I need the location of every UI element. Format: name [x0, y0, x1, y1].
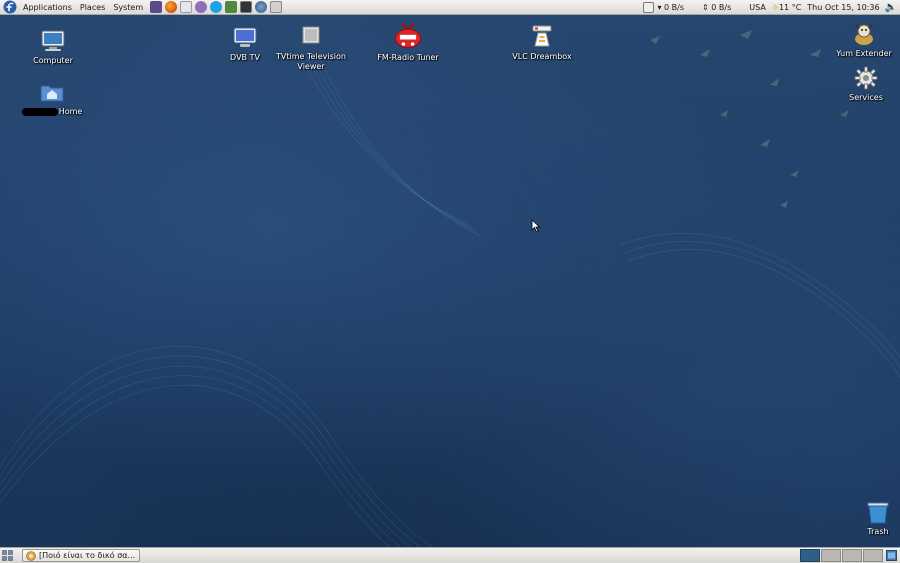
radio-icon [394, 22, 422, 49]
workspace-1[interactable] [800, 549, 820, 562]
launcher-app-4-icon[interactable] [194, 1, 207, 13]
desktop-icon-fm-radio[interactable]: FM-Radio Tuner [368, 21, 448, 63]
launcher-app-8-icon[interactable] [254, 1, 267, 13]
desktop-icon-yum-extender[interactable]: Yum Extender [824, 21, 900, 59]
desktop-icon-label: VLC Dreambox [512, 52, 572, 61]
workspace-switcher [800, 549, 884, 562]
tv-monitor-icon [233, 27, 257, 47]
launcher-app-6-icon[interactable] [224, 1, 237, 13]
desktop-icon-label: TVtime Television Viewer [276, 52, 346, 71]
panel-trash-icon[interactable] [886, 550, 897, 561]
yum-extender-icon [855, 24, 873, 45]
home-folder-icon [40, 85, 64, 102]
taskbar-window-title: [Ποιό είναι το δικό σα... [39, 551, 136, 560]
desktop-icon-computer[interactable]: Computer [13, 28, 93, 66]
workspace-2[interactable] [821, 549, 841, 562]
desktop-icon-home[interactable]: Home [12, 79, 92, 117]
weather-applet[interactable]: ☼11 °C [769, 3, 804, 12]
bottom-panel: [Ποιό είναι το δικό σα... [0, 547, 900, 563]
home-label-text: Home [58, 107, 83, 116]
weather-temp: 11 °C [778, 3, 802, 12]
desktop-icon-vlc-dreambox[interactable]: VLC Dreambox [502, 24, 582, 62]
workspace-4[interactable] [863, 549, 883, 562]
menu-places[interactable]: Places [76, 0, 109, 15]
keyboard-layout[interactable]: USA [746, 3, 769, 12]
weather-sun-icon: ☼ [771, 3, 779, 12]
net-speed-2: ⇕ 0 B/s [702, 3, 732, 12]
fedora-logo-icon[interactable] [3, 0, 17, 14]
network-monitor-icon[interactable] [643, 2, 655, 13]
system-tray: ▾ 0 B/s ⇕ 0 B/s USA ☼11 °C Thu Oct 15, 1… [641, 0, 900, 15]
desktop-icon-label: DVB TV [230, 53, 260, 62]
redacted-username [21, 107, 58, 116]
launcher-terminal-icon[interactable] [239, 1, 252, 13]
net-speed-2-value: 0 B/s [711, 3, 732, 12]
window-app-icon [26, 550, 36, 561]
trash-icon [867, 502, 889, 524]
net-speed-1: ▾ 0 B/s [657, 3, 684, 12]
launcher-app-9-icon[interactable] [269, 1, 282, 13]
gear-icon [854, 66, 878, 90]
mouse-cursor-icon [531, 219, 541, 233]
desktop-icon-label: Computer [33, 56, 73, 65]
tvtime-icon [302, 26, 320, 44]
top-panel: Applications Places System ▾ 0 B/s ⇕ 0 B… [0, 0, 900, 15]
launcher-skype-icon[interactable] [209, 1, 222, 13]
computer-icon [41, 30, 65, 51]
workspace-3[interactable] [842, 549, 862, 562]
desktop-icon-label: Yum Extender [836, 49, 892, 58]
menu-applications[interactable]: Applications [19, 0, 76, 15]
launcher-app-1-icon[interactable] [149, 1, 162, 13]
show-desktop-icon[interactable] [2, 550, 13, 561]
clock[interactable]: Thu Oct 15, 10:36 [804, 3, 882, 12]
desktop-icon-label: FM-Radio Tuner [377, 53, 439, 62]
net-speed-1-value: 0 B/s [664, 3, 684, 12]
desktop-icon-label: Services [849, 93, 883, 102]
launcher-app-3-icon[interactable] [179, 1, 192, 13]
desktop[interactable]: Computer Home DVB TV TVtime Television V… [0, 15, 900, 547]
desktop-icon-label: Home [21, 107, 83, 117]
desktop-icon-trash[interactable]: Trash [838, 499, 900, 537]
vlc-dreambox-icon [532, 25, 552, 47]
desktop-icon-tvtime[interactable]: TVtime Television Viewer [271, 24, 351, 72]
desktop-icon-services[interactable]: Services [826, 65, 900, 103]
menu-system[interactable]: System [109, 0, 147, 15]
wallpaper-waves [0, 30, 900, 547]
taskbar-window-button[interactable]: [Ποιό είναι το δικό σα... [22, 549, 140, 562]
launcher-firefox-icon[interactable] [164, 1, 177, 13]
desktop-icon-label: Trash [867, 527, 889, 536]
volume-icon[interactable]: 🔈 [883, 2, 900, 13]
